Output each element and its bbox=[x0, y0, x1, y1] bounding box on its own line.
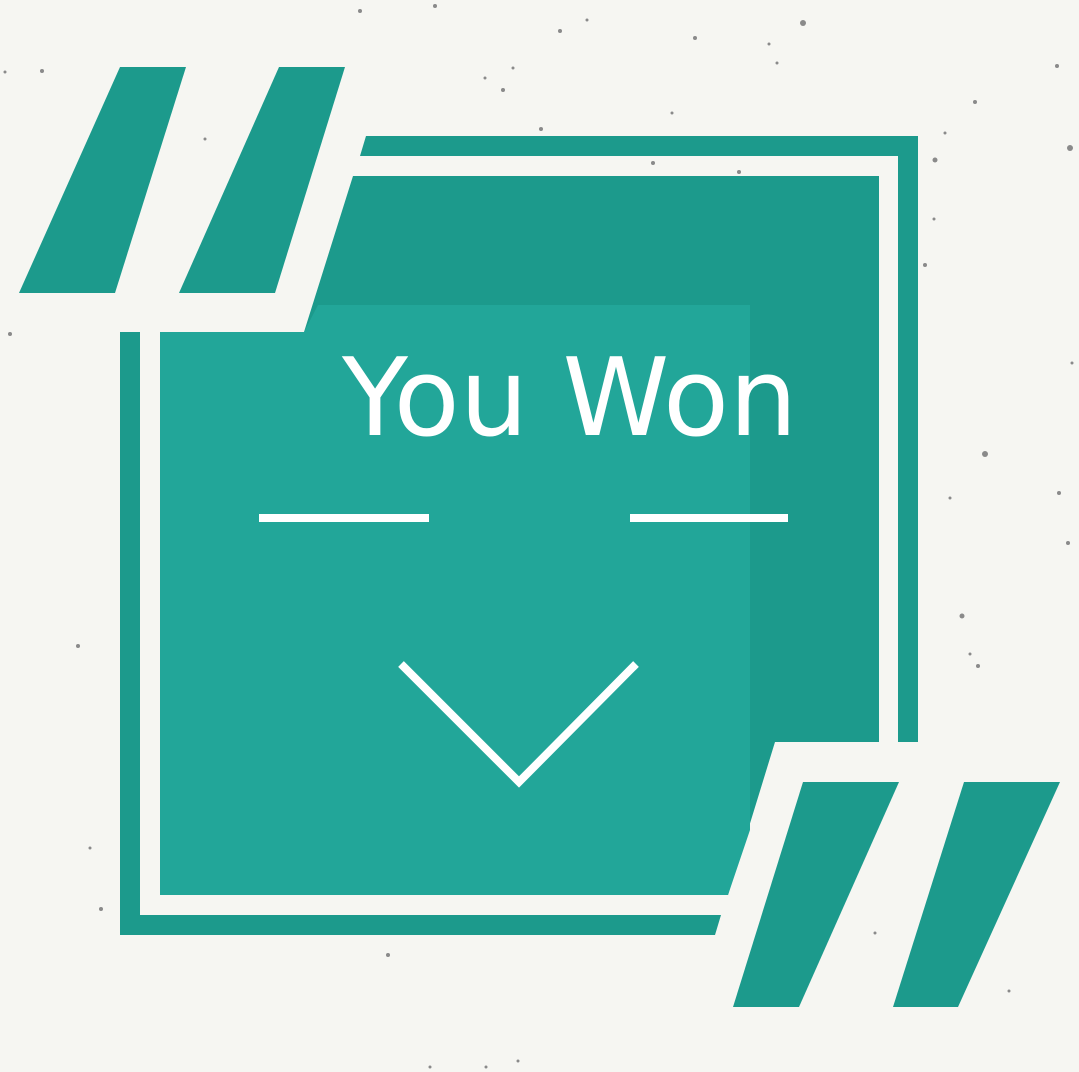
divider-right bbox=[630, 514, 788, 522]
title-text: You Won bbox=[342, 336, 798, 461]
right-double-quote-icon bbox=[733, 782, 1060, 1007]
you-won-graphic: You Won bbox=[0, 0, 1079, 1072]
left-double-quote-icon bbox=[19, 67, 345, 293]
divider-left bbox=[259, 514, 429, 522]
graphic-art bbox=[3, 4, 1074, 1069]
